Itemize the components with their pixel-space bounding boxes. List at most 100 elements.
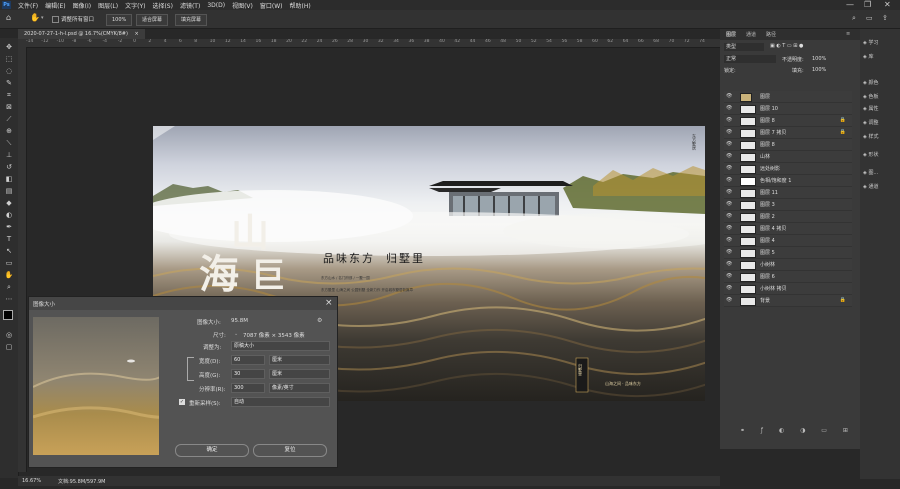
home-icon[interactable]: ⌂	[6, 13, 11, 22]
height-input[interactable]: 30	[231, 369, 265, 379]
width-input[interactable]: 60	[231, 355, 265, 365]
visibility-eye-icon[interactable]: 👁	[726, 93, 732, 99]
search-icon[interactable]: ⌕	[852, 14, 856, 23]
kind-filter[interactable]: 类型	[724, 43, 764, 51]
quick-select-icon[interactable]: ✎	[4, 78, 14, 88]
visibility-eye-icon[interactable]: 👁	[726, 213, 732, 219]
resize-all-checkbox[interactable]	[52, 16, 59, 23]
layer-row[interactable]: 👁 小树林	[724, 259, 852, 271]
layer-row[interactable]: 👁 图层 11	[724, 187, 852, 199]
resolution-input[interactable]: 300	[231, 383, 265, 393]
share-icon[interactable]: ⇪	[882, 14, 888, 22]
frame-tool-icon[interactable]: ⊠	[4, 102, 14, 112]
pen-tool-icon[interactable]: ✒	[4, 222, 14, 232]
blend-mode-select[interactable]: 正常	[724, 55, 776, 63]
foreground-color-swatch[interactable]	[3, 310, 13, 320]
filter-icons[interactable]: ▣ ◐ T ▭ ⊞ ●	[770, 43, 803, 49]
tab-layers[interactable]: 图层	[726, 31, 736, 38]
dialog-close-button[interactable]: ×	[325, 298, 333, 308]
layer-row[interactable]: 👁 图层 3	[724, 199, 852, 211]
zoom-tool-icon[interactable]: ⌕	[4, 282, 14, 292]
workspace-icon[interactable]: ▭	[866, 14, 873, 22]
healing-brush-icon[interactable]: ⊕	[4, 126, 14, 136]
layer-row[interactable]: 👁 背景 🔒	[724, 295, 852, 307]
minimize-button[interactable]: —	[846, 0, 854, 9]
visibility-eye-icon[interactable]: 👁	[726, 189, 732, 195]
menu-layer[interactable]: 图层(L)	[98, 1, 118, 10]
visibility-eye-icon[interactable]: 👁	[726, 105, 732, 111]
quick-mask-icon[interactable]: ◎	[4, 330, 14, 340]
visibility-eye-icon[interactable]: 👁	[726, 249, 732, 255]
visibility-eye-icon[interactable]: 👁	[726, 177, 732, 183]
layer-row[interactable]: 👁 图层	[724, 91, 852, 103]
hand-tool-icon[interactable]: ✋	[30, 13, 40, 22]
visibility-eye-icon[interactable]: 👁	[726, 141, 732, 147]
layer-row[interactable]: 👁 图层 2	[724, 211, 852, 223]
layers-panel-button[interactable]: ◈ 图...	[863, 169, 878, 176]
type-tool-icon[interactable]: T	[4, 234, 14, 244]
rectangle-tool-icon[interactable]: ▭	[4, 258, 14, 268]
menu-type[interactable]: 文字(Y)	[125, 1, 145, 10]
eyedropper-icon[interactable]: ⟋	[4, 114, 14, 124]
layer-row[interactable]: 👁 图层 4 拷贝	[724, 223, 852, 235]
visibility-eye-icon[interactable]: 👁	[726, 153, 732, 159]
shapes-panel-button[interactable]: ◈ 形状	[863, 151, 878, 158]
dimensions-chevron-icon[interactable]: ⌄	[234, 331, 238, 337]
tab-paths[interactable]: 路径	[766, 31, 776, 38]
gear-icon[interactable]: ⚙	[317, 317, 322, 324]
lasso-tool-icon[interactable]: ◌	[4, 66, 14, 76]
menu-select[interactable]: 选择(S)	[152, 1, 173, 10]
visibility-eye-icon[interactable]: 👁	[726, 297, 732, 303]
document-tab[interactable]: 2020-07-27-1-h-l.psd @ 16.7%(CMYK/8#) ×	[18, 29, 145, 39]
eraser-tool-icon[interactable]: ◧	[4, 174, 14, 184]
visibility-eye-icon[interactable]: 👁	[726, 165, 732, 171]
visibility-eye-icon[interactable]: 👁	[726, 237, 732, 243]
color-panel-button[interactable]: ◈ 颜色	[863, 79, 878, 86]
close-tab-icon[interactable]: ×	[135, 31, 139, 37]
resample-checkbox[interactable]: ✓	[179, 399, 185, 405]
screen-mode-icon[interactable]: ▢	[4, 342, 14, 352]
menu-file[interactable]: 文件(F)	[18, 1, 38, 10]
close-window-button[interactable]: ✕	[884, 0, 891, 9]
learn-panel-button[interactable]: ◈ 学习	[863, 39, 878, 46]
menu-help[interactable]: 帮助(H)	[290, 1, 311, 10]
layer-row[interactable]: 👁 小树林 拷贝	[724, 283, 852, 295]
menu-3d[interactable]: 3D(D)	[207, 2, 225, 9]
visibility-eye-icon[interactable]: 👁	[726, 261, 732, 267]
history-brush-icon[interactable]: ↺	[4, 162, 14, 172]
width-unit-select[interactable]: 厘米	[269, 355, 330, 365]
fill-value[interactable]: 100%	[812, 67, 826, 73]
fit-to-select[interactable]: 原稿大小	[231, 341, 330, 351]
more-tools-icon[interactable]: ⋯	[4, 294, 14, 304]
layer-row[interactable]: 👁 图层 8 🔒	[724, 115, 852, 127]
fill-screen-button[interactable]: 填充屏幕	[175, 14, 208, 26]
chevron-down-icon[interactable]: ▾	[41, 15, 44, 21]
reset-button[interactable]: 复位	[253, 444, 327, 457]
menu-filter[interactable]: 滤镜(T)	[180, 1, 200, 10]
layer-row[interactable]: 👁 图层 4	[724, 235, 852, 247]
gradient-tool-icon[interactable]: ▤	[4, 186, 14, 196]
stamp-tool-icon[interactable]: ⊥	[4, 150, 14, 160]
channels-panel-button[interactable]: ◈ 通道	[863, 183, 878, 190]
constrain-proportions-link-icon[interactable]	[187, 357, 194, 381]
opacity-value[interactable]: 100%	[812, 56, 826, 62]
layer-row[interactable]: 👁 图层 6	[724, 271, 852, 283]
adjustments-panel-button[interactable]: ◈ 调整	[863, 119, 878, 126]
menu-edit[interactable]: 编辑(E)	[45, 1, 65, 10]
marquee-tool-icon[interactable]: ⬚	[4, 54, 14, 64]
status-zoom[interactable]: 16.67%	[22, 478, 41, 484]
visibility-eye-icon[interactable]: 👁	[726, 129, 732, 135]
height-unit-select[interactable]: 厘米	[269, 369, 330, 379]
properties-panel-button[interactable]: ◈ 属性	[863, 105, 878, 112]
crop-tool-icon[interactable]: ⌗	[4, 90, 14, 100]
fit-screen-button[interactable]: 适合屏幕	[136, 14, 169, 26]
layer-row[interactable]: 👁 图层 8	[724, 139, 852, 151]
styles-panel-button[interactable]: ◈ 样式	[863, 133, 878, 140]
hand-tool-icon[interactable]: ✋	[4, 270, 14, 280]
visibility-eye-icon[interactable]: 👁	[726, 201, 732, 207]
visibility-eye-icon[interactable]: 👁	[726, 273, 732, 279]
resolution-unit-select[interactable]: 像素/英寸	[269, 383, 330, 393]
visibility-eye-icon[interactable]: 👁	[726, 285, 732, 291]
layer-row[interactable]: 👁 色相/饱和度 1	[724, 175, 852, 187]
layer-footer-icons[interactable]: ⚭ ƒ ◐ ◑ ▭ ⊞ ⌫	[740, 427, 879, 434]
